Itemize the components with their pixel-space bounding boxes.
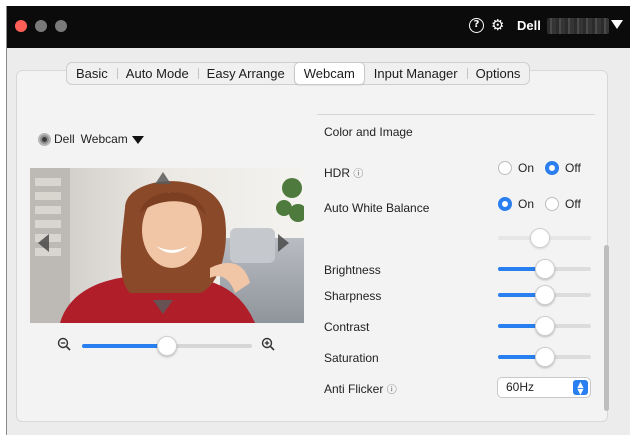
sharpness-label: Sharpness (324, 289, 382, 303)
awb-on-label: On (518, 197, 535, 211)
hdr-on-radio[interactable] (498, 161, 512, 175)
section-title: Color and Image (324, 125, 413, 139)
webcam-name: Webcam (80, 132, 128, 146)
anti-flicker-label: Anti Flicker (324, 382, 384, 396)
monitor-dropdown-caret-icon[interactable] (611, 20, 623, 29)
close-window-button[interactable] (15, 20, 27, 32)
hdr-label-row: HDR ⓘ (324, 165, 363, 180)
redacted-monitor-name (547, 18, 609, 34)
settings-divider (317, 114, 595, 115)
contrast-slider[interactable] (498, 316, 591, 336)
saturation-slider-thumb[interactable] (534, 347, 555, 367)
webcam-icon (38, 132, 51, 146)
webcam-brand: Dell (54, 132, 75, 146)
zoom-window-button[interactable] (55, 20, 67, 32)
settings-scrollbar[interactable] (604, 245, 609, 411)
sharpness-slider-thumb[interactable] (534, 285, 555, 305)
title-bar: ? ⚙ Dell (7, 6, 630, 48)
tab-webcam[interactable]: Webcam (293, 62, 365, 85)
minimize-window-button[interactable] (35, 20, 47, 32)
zoom-slider-fill (82, 344, 167, 348)
zoom-slider[interactable] (82, 336, 252, 356)
pan-up-arrow[interactable] (155, 172, 171, 184)
zoom-in-icon[interactable] (261, 337, 275, 351)
brightness-label: Brightness (324, 263, 381, 277)
contrast-slider-thumb[interactable] (534, 316, 555, 336)
pan-left-arrow[interactable] (38, 234, 49, 252)
pan-down-arrow[interactable] (153, 300, 173, 314)
awb-label: Auto White Balance (324, 201, 430, 215)
tab-options[interactable]: Options (466, 63, 530, 84)
hdr-label: HDR (324, 166, 350, 180)
zoom-slider-thumb[interactable] (157, 336, 177, 356)
info-icon[interactable]: ⓘ (353, 169, 363, 180)
awb-on-radio[interactable] (498, 197, 512, 211)
sharpness-slider[interactable] (498, 285, 591, 305)
hdr-off-radio[interactable] (545, 161, 559, 175)
awb-off-radio[interactable] (545, 197, 559, 211)
saturation-slider[interactable] (498, 347, 591, 367)
anti-flicker-select[interactable]: 60Hz ▲ ▼ (497, 377, 591, 398)
tab-bar: Basic Auto Mode Easy Arrange Webcam Inpu… (66, 62, 531, 85)
info-icon[interactable]: ⓘ (387, 385, 397, 396)
help-circle-icon[interactable]: ? (469, 18, 484, 33)
white-balance-slider-thumb (529, 228, 550, 248)
brightness-slider[interactable] (498, 259, 591, 279)
awb-off-label: Off (565, 197, 581, 211)
hdr-on-label: On (518, 161, 535, 175)
tab-basic[interactable]: Basic (67, 63, 117, 84)
tab-easy-arrange[interactable]: Easy Arrange (197, 63, 294, 84)
pan-right-arrow[interactable] (278, 234, 289, 252)
anti-flicker-label-row: Anti Flicker ⓘ (324, 381, 397, 396)
chevron-down-icon[interactable] (131, 135, 144, 144)
select-stepper-icon[interactable]: ▲ ▼ (573, 380, 588, 396)
tab-auto-mode[interactable]: Auto Mode (116, 63, 198, 84)
anti-flicker-value: 60Hz (506, 380, 535, 394)
tab-input-manager[interactable]: Input Manager (365, 63, 467, 84)
zoom-out-icon[interactable] (57, 337, 71, 351)
monitor-brand-label: Dell (517, 18, 541, 33)
hdr-off-label: Off (565, 161, 581, 175)
saturation-label: Saturation (324, 351, 379, 365)
gear-icon[interactable]: ⚙ (491, 16, 504, 34)
white-balance-slider (498, 228, 591, 248)
webcam-selector[interactable]: Dell Webcam (38, 132, 144, 146)
brightness-slider-thumb[interactable] (534, 259, 555, 279)
contrast-label: Contrast (324, 320, 370, 334)
